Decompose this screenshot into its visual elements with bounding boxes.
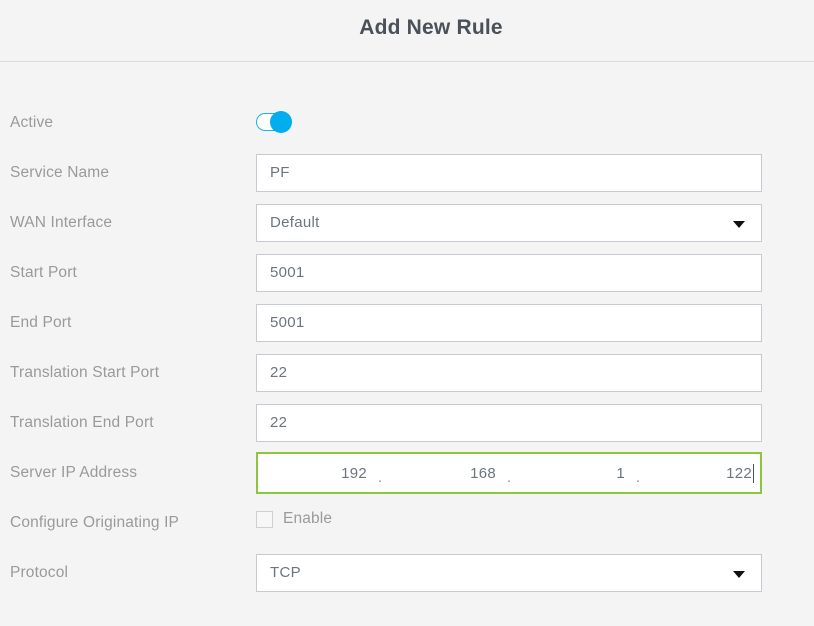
control-configure-originating-ip: Enable bbox=[256, 504, 762, 542]
control-translation-start-port: 22 bbox=[256, 354, 762, 392]
form-row-wan-interface: WAN Interface Default bbox=[0, 198, 814, 248]
translation-start-port-input[interactable]: 22 bbox=[256, 354, 762, 392]
ip-separator-3: . bbox=[635, 469, 641, 486]
label-server-ip-address: Server IP Address bbox=[10, 464, 138, 481]
label-protocol: Protocol bbox=[10, 564, 69, 581]
ip-octet-1[interactable]: 192 bbox=[258, 454, 373, 492]
label-active: Active bbox=[10, 114, 54, 131]
control-active bbox=[256, 111, 762, 135]
ip-octet-4: 122 bbox=[726, 464, 752, 482]
form-row-translation-start-port: Translation Start Port 22 bbox=[0, 348, 814, 398]
control-protocol: TCP bbox=[256, 554, 762, 592]
protocol-selected-value: TCP bbox=[270, 564, 301, 581]
ip-separator-2: . bbox=[506, 469, 512, 486]
label-wan-interface: WAN Interface bbox=[10, 214, 113, 231]
form-row-service-name: Service Name PF bbox=[0, 148, 814, 198]
control-service-name: PF bbox=[256, 154, 762, 192]
ip-separator-1: . bbox=[377, 469, 383, 486]
add-new-rule-page: Add New Rule Active Service Name PF WAN … bbox=[0, 0, 814, 626]
chevron-down-icon bbox=[733, 221, 745, 228]
label-service-name: Service Name bbox=[10, 164, 110, 181]
form-row-active: Active bbox=[0, 98, 814, 148]
rule-form: Active Service Name PF WAN Interface Def… bbox=[0, 62, 814, 598]
form-row-protocol: Protocol TCP bbox=[0, 548, 814, 598]
end-port-input[interactable]: 5001 bbox=[256, 304, 762, 342]
originating-ip-enable-checkbox[interactable]: Enable bbox=[256, 510, 332, 528]
form-row-translation-end-port: Translation End Port 22 bbox=[0, 398, 814, 448]
form-row-configure-originating-ip: Configure Originating IP Enable bbox=[0, 498, 814, 548]
control-start-port: 5001 bbox=[256, 254, 762, 292]
service-name-input[interactable]: PF bbox=[256, 154, 762, 192]
active-toggle[interactable] bbox=[256, 111, 292, 133]
chevron-down-icon bbox=[733, 571, 745, 578]
dialog-header: Add New Rule bbox=[0, 0, 814, 62]
control-server-ip-address: 192 . 168 . 1 . 122 bbox=[256, 452, 762, 494]
translation-end-port-input[interactable]: 22 bbox=[256, 404, 762, 442]
protocol-select[interactable]: TCP bbox=[256, 554, 762, 592]
form-row-server-ip-address: Server IP Address 192 . 168 . 1 . 122 bbox=[0, 448, 814, 498]
label-end-port: End Port bbox=[10, 314, 72, 331]
ip-octet-2[interactable]: 168 bbox=[387, 454, 502, 492]
checkbox-label-enable: Enable bbox=[283, 510, 333, 527]
label-translation-start-port: Translation Start Port bbox=[10, 364, 160, 381]
text-caret bbox=[753, 463, 754, 483]
form-row-end-port: End Port 5001 bbox=[0, 298, 814, 348]
wan-interface-selected-value: Default bbox=[270, 214, 320, 231]
ip-octet-4-wrap[interactable]: 122 bbox=[645, 454, 760, 492]
page-title: Add New Rule bbox=[359, 16, 503, 39]
label-configure-originating-ip: Configure Originating IP bbox=[10, 514, 180, 531]
control-wan-interface: Default bbox=[256, 204, 762, 242]
start-port-input[interactable]: 5001 bbox=[256, 254, 762, 292]
form-row-start-port: Start Port 5001 bbox=[0, 248, 814, 298]
ip-octet-3[interactable]: 1 bbox=[516, 454, 631, 492]
label-start-port: Start Port bbox=[10, 264, 77, 281]
control-end-port: 5001 bbox=[256, 304, 762, 342]
wan-interface-select[interactable]: Default bbox=[256, 204, 762, 242]
label-translation-end-port: Translation End Port bbox=[10, 414, 154, 431]
server-ip-address-group[interactable]: 192 . 168 . 1 . 122 bbox=[256, 452, 762, 494]
toggle-knob bbox=[270, 111, 292, 133]
checkbox-box-icon bbox=[256, 510, 273, 528]
control-translation-end-port: 22 bbox=[256, 404, 762, 442]
